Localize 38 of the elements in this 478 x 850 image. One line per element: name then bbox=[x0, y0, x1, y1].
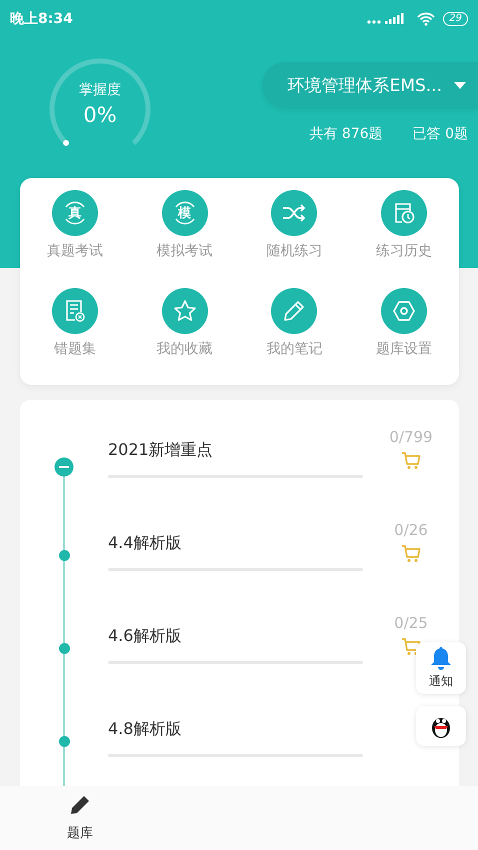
question-stat: 共有 876题 bbox=[309, 125, 383, 143]
pencil-icon bbox=[69, 794, 91, 816]
chapter-count: 0/799 bbox=[389, 428, 433, 446]
menu-item[interactable]: 我的笔记 bbox=[240, 288, 350, 382]
menu-item[interactable]: 真 真题考试 bbox=[20, 190, 130, 285]
chapter-title[interactable]: 4.8解析版 bbox=[108, 719, 363, 740]
menu-item[interactable]: 我的收藏 bbox=[130, 288, 240, 382]
icon-glyph: 模 bbox=[178, 205, 192, 222]
bell-icon bbox=[430, 646, 452, 670]
mastery-value: 0% bbox=[83, 103, 117, 127]
menu-item[interactable]: 题库设置 bbox=[349, 288, 459, 382]
chapter-count: 0/25 bbox=[394, 614, 428, 632]
chapter-title[interactable]: 2021新增重点 bbox=[108, 440, 363, 461]
settings-icon bbox=[392, 298, 416, 322]
cart-icon[interactable] bbox=[401, 452, 421, 470]
menu-item[interactable]: 随机练习 bbox=[240, 190, 350, 285]
question-stat: 已答 0题 bbox=[412, 125, 468, 143]
chapter-title[interactable]: 4.4解析版 bbox=[108, 533, 363, 554]
menu-item[interactable]: 练习历史 bbox=[349, 190, 459, 285]
history-icon bbox=[392, 201, 416, 225]
collapse-icon[interactable] bbox=[54, 457, 74, 477]
chapter-count: 0/26 bbox=[394, 521, 428, 539]
menu-item[interactable]: 模 模拟考试 bbox=[130, 190, 240, 285]
status-time: 晚上8:34 bbox=[10, 10, 73, 28]
mastery-label: 掌握度 bbox=[79, 81, 121, 99]
icon-glyph: 真 bbox=[68, 205, 82, 222]
star-icon bbox=[172, 298, 197, 322]
chapter-title[interactable]: 4.6解析版 bbox=[108, 626, 363, 647]
pencil-icon bbox=[282, 298, 306, 322]
cart-icon[interactable] bbox=[401, 545, 421, 563]
shuffle-icon bbox=[282, 203, 306, 223]
dropdown-icon bbox=[454, 82, 466, 90]
battery-indicator: 29 bbox=[443, 12, 468, 26]
penguin-button[interactable] bbox=[416, 706, 466, 746]
wifi-icon bbox=[417, 12, 436, 26]
notification-button[interactable]: 通知 bbox=[416, 642, 466, 694]
menu-item[interactable]: 错题集 bbox=[20, 288, 130, 382]
subject-selector[interactable]: 环境管理体系EMS... bbox=[262, 62, 478, 109]
